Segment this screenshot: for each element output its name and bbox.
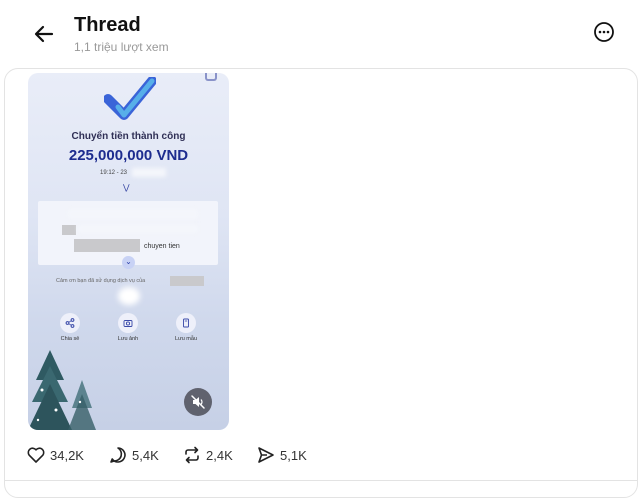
share-action[interactable]: Chia sẻ (50, 313, 90, 342)
post-video[interactable]: Chuyển tiền thành công 225,000,000 VND 1… (28, 73, 229, 430)
transfer-note: chuyen tien (144, 243, 180, 250)
checkmark-logo-icon (104, 77, 156, 120)
redacted-area (62, 225, 76, 235)
save-image-action-label: Lưu ảnh (117, 336, 139, 342)
post-stats: 34,2K 5,4K 2,4K 5,1K (26, 444, 426, 466)
redacted-area (78, 225, 198, 233)
redacted-area (132, 168, 166, 177)
share-count: 5,1K (280, 447, 307, 463)
view-count: 1,1 triệu lượt xem (74, 40, 169, 54)
bookmark-icon (176, 313, 196, 333)
chevron-down-icon: ⋁ (123, 183, 130, 192)
back-button[interactable] (30, 20, 58, 48)
reply-count: 5,4K (132, 447, 159, 463)
redacted-area (170, 276, 204, 286)
redacted-area (74, 239, 140, 252)
more-options-button[interactable] (592, 20, 616, 44)
camera-icon (118, 313, 138, 333)
redacted-area (68, 209, 198, 219)
arrow-left-icon (34, 25, 54, 43)
reply-button[interactable]: 5,4K (108, 444, 159, 466)
pine-tree-decoration (28, 350, 96, 430)
send-icon (258, 447, 274, 463)
expand-button[interactable]: ⌄ (122, 256, 135, 269)
comment-icon (110, 447, 126, 463)
speaker-muted-icon (191, 395, 205, 409)
success-label: Chuyển tiền thành công (71, 131, 186, 142)
divider (4, 480, 638, 481)
share-button[interactable]: 5,1K (256, 444, 307, 466)
save-template-action[interactable]: Lưu mẫu (166, 313, 206, 342)
like-count: 34,2K (50, 447, 84, 463)
repost-button[interactable]: 2,4K (182, 444, 233, 466)
save-image-action[interactable]: Lưu ảnh (108, 313, 148, 342)
corner-icon (205, 73, 217, 81)
more-icon (594, 22, 614, 42)
page-header: Thread 1,1 triệu lượt xem (0, 0, 640, 66)
transfer-time: 19:12 - 23 (100, 170, 128, 176)
share-icon (60, 313, 80, 333)
transfer-amount: 225,000,000 VND (68, 147, 189, 164)
like-button[interactable]: 34,2K (26, 444, 84, 466)
repost-icon (185, 446, 199, 464)
thanks-text: Cảm ơn bạn đã sử dụng dịch vụ của (56, 278, 146, 284)
page-title: Thread (74, 14, 141, 36)
repost-count: 2,4K (206, 447, 233, 463)
mute-button[interactable] (184, 388, 212, 416)
save-template-action-label: Lưu mẫu (174, 336, 198, 342)
heart-overlay (118, 287, 140, 305)
heart-icon (27, 447, 45, 463)
